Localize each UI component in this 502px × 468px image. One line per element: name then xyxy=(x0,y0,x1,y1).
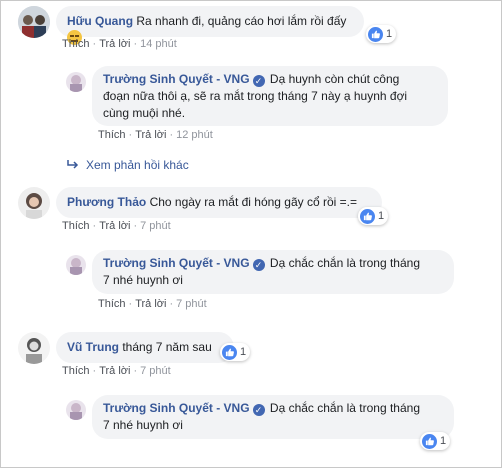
avatar-vu-trung[interactable] xyxy=(18,332,50,364)
reply-link[interactable]: Trả lời xyxy=(99,365,130,377)
reply-link[interactable]: Trả lời xyxy=(135,129,166,141)
timestamp[interactable]: 12 phút xyxy=(176,129,213,141)
comment-actions: Thích · Trả lời · 7 phút xyxy=(62,365,171,377)
avatar-image xyxy=(18,187,50,219)
reply-link[interactable]: Trả lời xyxy=(99,220,130,232)
comment-actions: Thích · Trả lời · 14 phút xyxy=(62,38,177,50)
reply-text-line-3: cùng muội nhé. xyxy=(103,106,186,120)
verified-badge-icon: ✓ xyxy=(252,75,265,87)
avatar-image xyxy=(66,400,86,420)
reply-text-line-1: Dạ chắc chắn là trong tháng xyxy=(269,256,421,270)
like-link[interactable]: Thích xyxy=(98,129,126,141)
thumbs-up-icon xyxy=(360,208,375,224)
comment-author[interactable]: Hữu Quang xyxy=(67,14,133,28)
reply-author[interactable]: Trường Sinh Quyết - VNG xyxy=(103,256,250,270)
more-replies-link[interactable]: Xem phản hồi khác xyxy=(66,158,189,172)
timestamp[interactable]: 14 phút xyxy=(140,38,177,50)
reply-bubble: Trường Sinh Quyết - VNG ✓ Dạ chắc chắn là… xyxy=(92,395,454,439)
reaction-count[interactable]: 1 xyxy=(366,25,397,43)
reply-arrow-icon xyxy=(67,160,79,169)
avatar-phuong-thao[interactable] xyxy=(18,187,50,219)
reply-text-line-1: Dạ huynh còn chút công xyxy=(269,72,400,86)
avatar-image xyxy=(66,72,86,92)
more-replies-label: Xem phản hồi khác xyxy=(86,158,189,172)
thumbs-up-icon xyxy=(422,433,437,449)
timestamp[interactable]: 7 phút xyxy=(176,298,207,310)
reaction-number: 1 xyxy=(440,435,447,447)
timestamp[interactable]: 7 phút xyxy=(140,220,171,232)
comment-bubble: Vũ Trung tháng 7 năm sau xyxy=(56,332,234,363)
timestamp[interactable]: 7 phút xyxy=(140,365,171,377)
avatar-truong-sinh-quyet[interactable] xyxy=(66,255,86,275)
avatar-image xyxy=(66,255,86,275)
reply-bubble: Trường Sinh Quyết - VNG ✓ Dạ huynh còn ch… xyxy=(92,66,448,126)
reply-text-line-1: Dạ chắc chắn là trong tháng xyxy=(269,401,421,415)
reply-actions: Thích · Trả lời · 12 phút xyxy=(98,129,213,141)
reaction-count[interactable]: 1 xyxy=(420,432,451,450)
reply-text-line-2: đoạn nữa thôi ạ, sẽ ra mắt trong tháng 7… xyxy=(103,89,408,103)
verified-badge-icon: ✓ xyxy=(252,259,265,271)
thumbs-up-icon xyxy=(222,344,237,360)
comment-text: Ra nhanh đi, quảng cáo hơi lắm rồi đấy xyxy=(136,14,347,28)
like-link[interactable]: Thích xyxy=(98,298,126,310)
comment-actions: Thích · Trả lời · 7 phút xyxy=(62,220,171,232)
reply-link[interactable]: Trả lời xyxy=(99,38,130,50)
reaction-count[interactable]: 1 xyxy=(220,343,251,361)
reply-actions: Thích · Trả lời · 7 phút xyxy=(98,298,207,310)
avatar-image xyxy=(18,6,50,38)
reply-author[interactable]: Trường Sinh Quyết - VNG xyxy=(103,401,250,415)
avatar-huu-quang[interactable] xyxy=(18,6,50,38)
reply-bubble: Trường Sinh Quyết - VNG ✓ Dạ chắc chắn là… xyxy=(92,250,454,294)
comment-text: Cho ngày ra mắt đi hóng gãy cổ rồi =.= xyxy=(149,195,358,209)
like-link[interactable]: Thích xyxy=(62,365,90,377)
like-link[interactable]: Thích xyxy=(62,38,90,50)
avatar-truong-sinh-quyet[interactable] xyxy=(66,400,86,420)
comment-bubble: Phương Thảo Cho ngày ra mắt đi hóng gãy … xyxy=(56,187,382,218)
comment-bubble: Hữu Quang Ra nhanh đi, quảng cáo hơi lắm… xyxy=(56,6,364,45)
reaction-count[interactable]: 1 xyxy=(358,207,389,225)
reply-link[interactable]: Trả lời xyxy=(135,298,166,310)
avatar-image xyxy=(18,332,50,364)
reaction-number: 1 xyxy=(386,28,393,40)
reaction-number: 1 xyxy=(378,210,385,222)
avatar-truong-sinh-quyet[interactable] xyxy=(66,72,86,92)
reply-author[interactable]: Trường Sinh Quyết - VNG xyxy=(103,72,250,86)
thumbs-up-icon xyxy=(368,26,383,42)
verified-badge-icon: ✓ xyxy=(252,404,265,416)
reply-text-line-2: 7 nhé huynh ơi xyxy=(103,418,183,432)
like-link[interactable]: Thích xyxy=(62,220,90,232)
comment-author[interactable]: Vũ Trung xyxy=(67,340,119,354)
comment-author[interactable]: Phương Thảo xyxy=(67,195,146,209)
reaction-number: 1 xyxy=(240,346,247,358)
reply-text-line-2: 7 nhé huynh ơi xyxy=(103,273,183,287)
comment-text: tháng 7 năm sau xyxy=(122,340,212,354)
